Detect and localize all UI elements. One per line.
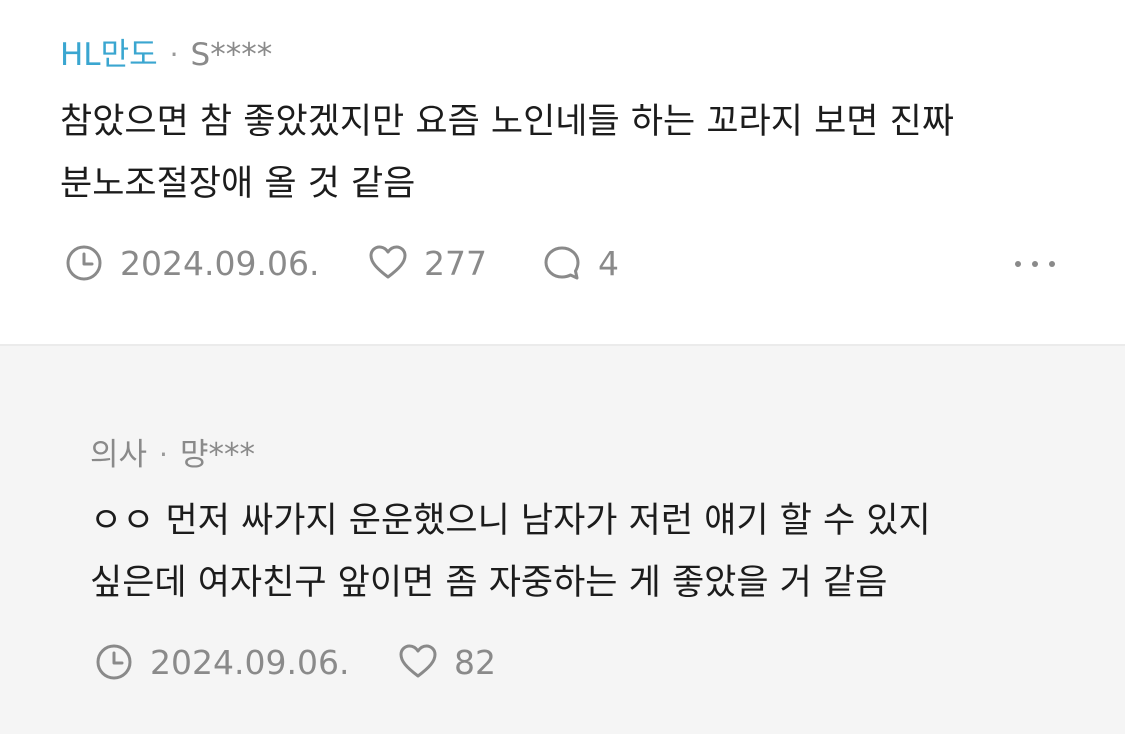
more-dot — [1032, 261, 1038, 267]
author-nickname: 먕*** — [179, 437, 255, 473]
heart-icon[interactable] — [368, 243, 408, 283]
author-company[interactable]: 의사 — [90, 435, 147, 475]
clock-icon — [64, 243, 104, 283]
comment-body-line: 분노조절장애 올 것 같음 — [60, 164, 416, 204]
clock-icon — [94, 642, 134, 682]
comment-card: HL만도 · S**** 참았으면 참 좋았겠지만 요즘 노인네들 하는 꼬라지… — [0, 0, 1125, 345]
comment-body: 참았으면 참 좋았겠지만 요즘 노인네들 하는 꼬라지 보면 진짜 분노조절장애… — [60, 91, 954, 215]
reply-like-button[interactable]: 82 — [398, 640, 496, 684]
speech-bubble-icon[interactable] — [542, 243, 582, 283]
like-count: 277 — [424, 243, 487, 283]
comment-date: 2024.09.06. — [64, 241, 319, 285]
comment-author[interactable]: HL만도 · S**** — [60, 35, 272, 75]
reply-button[interactable]: 4 — [542, 241, 619, 285]
more-dot — [1015, 261, 1021, 267]
like-count: 82 — [454, 642, 496, 682]
reply-body: ㅇㅇ 먼저 싸가지 운운했으니 남자가 저런 얘기 할 수 있지 싶은데 여자친… — [90, 490, 931, 614]
heart-icon[interactable] — [398, 642, 438, 682]
author-separator: · — [169, 38, 179, 71]
date-text: 2024.09.06. — [150, 642, 350, 682]
reply-body-line: ㅇㅇ 먼저 싸가지 운운했으니 남자가 저런 얘기 할 수 있지 — [90, 501, 931, 541]
reply-author[interactable]: 의사 · 먕*** — [90, 435, 255, 475]
date-text: 2024.09.06. — [120, 243, 320, 283]
like-button[interactable]: 277 — [368, 241, 487, 285]
author-nickname: S**** — [190, 37, 273, 73]
author-separator: · — [159, 438, 168, 471]
comment-body-line: 참았으면 참 좋았겠지만 요즘 노인네들 하는 꼬라지 보면 진짜 — [60, 102, 955, 142]
reply-count: 4 — [598, 243, 619, 283]
more-dots-icon[interactable] — [1015, 252, 1055, 276]
reply-body-line: 싶은데 여자친구 앞이면 좀 자중하는 게 좋았을 거 같음 — [90, 563, 888, 603]
reply-date: 2024.09.06. — [94, 640, 349, 684]
author-company[interactable]: HL만도 — [60, 35, 158, 75]
more-dot — [1049, 261, 1055, 267]
